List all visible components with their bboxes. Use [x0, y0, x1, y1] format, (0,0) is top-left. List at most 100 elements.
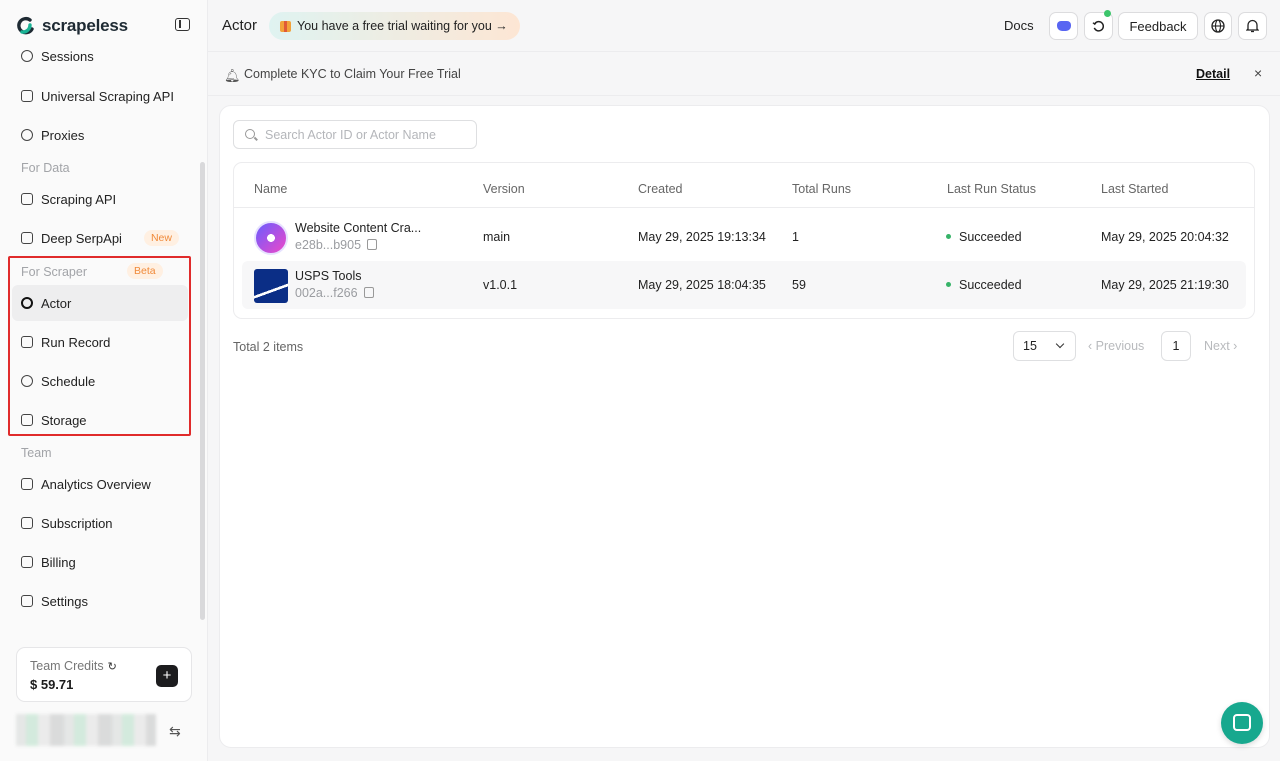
- sidebar-item-settings[interactable]: Settings: [12, 583, 188, 619]
- chat-support-button[interactable]: [1221, 702, 1263, 744]
- actor-icon: [21, 297, 33, 309]
- page-size-select[interactable]: 15: [1013, 331, 1076, 361]
- analytics-icon: [21, 478, 33, 490]
- gift-icon: [280, 20, 291, 32]
- sidebar-item-proxies[interactable]: Proxies: [12, 117, 188, 153]
- billing-icon: [21, 556, 33, 568]
- free-trial-text: You have a free trial waiting for you →: [297, 19, 508, 33]
- sidebar-item-billing[interactable]: Billing: [12, 544, 188, 580]
- actor-name[interactable]: Website Content Cra...: [295, 221, 421, 235]
- page-number-1[interactable]: 1: [1161, 331, 1191, 361]
- chat-icon: [1233, 714, 1251, 731]
- new-badge: New: [143, 230, 179, 246]
- kyc-detail-link[interactable]: Detail: [1196, 67, 1230, 81]
- lock-icon: [21, 90, 33, 102]
- sidebar-item-schedule[interactable]: Schedule: [12, 363, 188, 399]
- bell-ring-icon: 🔔︎: [224, 68, 241, 83]
- sidebar-item-label: Schedule: [41, 373, 96, 389]
- search-box[interactable]: [233, 120, 477, 149]
- sidebar-item-label: Settings: [41, 593, 88, 609]
- team-credits-value: $ 59.71: [30, 677, 74, 692]
- language-button[interactable]: [1204, 12, 1232, 40]
- close-icon[interactable]: ×: [1254, 65, 1262, 81]
- sidebar-item-analytics-overview[interactable]: Analytics Overview: [12, 466, 188, 502]
- column-header-name[interactable]: Name: [254, 182, 287, 196]
- actor-id-text: e28b...b905: [295, 238, 362, 252]
- globe-icon: [21, 129, 33, 141]
- collapse-sidebar-icon[interactable]: [175, 18, 190, 31]
- chevron-down-icon: [1055, 339, 1065, 349]
- column-header-created[interactable]: Created: [638, 182, 682, 196]
- column-header-last-started[interactable]: Last Started: [1101, 182, 1168, 196]
- team-credits-label-text: Team Credits: [30, 659, 104, 673]
- status-dot: [946, 234, 951, 239]
- sidebar-item-universal-scraping-api[interactable]: Universal Scraping API: [12, 78, 188, 114]
- sidebar-item-storage[interactable]: Storage: [12, 402, 188, 438]
- total-runs-cell: 59: [792, 278, 806, 292]
- column-header-last-run-status[interactable]: Last Run Status: [947, 182, 1036, 196]
- sidebar-item-label: Scraping API: [41, 191, 117, 207]
- copy-icon[interactable]: [367, 239, 378, 250]
- page-size-value: 15: [1023, 339, 1037, 353]
- clock-icon: [21, 375, 33, 387]
- total-items: Total 2 items: [233, 340, 304, 354]
- sidebar-item-label: Deep SerpApi: [41, 230, 122, 246]
- actor-table: Name Version Created Total Runs Last Run…: [233, 162, 1255, 319]
- version-cell: v1.0.1: [483, 278, 518, 292]
- section-label-for-data: For Data: [21, 161, 70, 175]
- switch-account-icon[interactable]: ⇆: [169, 723, 181, 740]
- table-header: Name Version Created Total Runs Last Run…: [234, 163, 1254, 208]
- free-trial-banner[interactable]: You have a free trial waiting for you →: [269, 12, 520, 40]
- sidebar-scrollbar[interactable]: [200, 162, 205, 620]
- last-started-cell: May 29, 2025 21:19:30: [1101, 278, 1229, 292]
- sidebar-item-scraping-api[interactable]: Scraping API: [12, 181, 188, 217]
- brand[interactable]: scrapeless: [16, 14, 128, 38]
- copy-icon[interactable]: [363, 287, 374, 298]
- table-row[interactable]: Website Content Cra... e28b...b905 main …: [242, 213, 1246, 261]
- status-dot: [946, 282, 951, 287]
- actor-id-text: 002a...f266: [295, 286, 358, 300]
- sidebar-item-label: Universal Scraping API: [41, 88, 174, 104]
- sidebar-item-actor[interactable]: Actor: [12, 285, 188, 321]
- column-header-version[interactable]: Version: [483, 182, 525, 196]
- sidebar-item-run-record[interactable]: Run Record: [12, 324, 188, 360]
- bell-icon: [1246, 19, 1259, 33]
- section-label-text: For Scraper: [21, 265, 87, 279]
- last-started-cell: May 29, 2025 20:04:32: [1101, 230, 1229, 244]
- sidebar-item-label: Billing: [41, 554, 76, 570]
- sidebar-item-subscription[interactable]: Subscription: [12, 505, 188, 541]
- user-account[interactable]: ⇆: [16, 714, 192, 748]
- status-text: Succeeded: [959, 230, 1022, 244]
- feedback-button[interactable]: Feedback: [1118, 12, 1198, 40]
- sidebar-item-label: Analytics Overview: [41, 476, 151, 492]
- actor-list-card: Name Version Created Total Runs Last Run…: [219, 105, 1270, 748]
- next-page-button[interactable]: Next ›: [1204, 339, 1237, 353]
- updates-button[interactable]: [1084, 10, 1113, 40]
- actor-name[interactable]: USPS Tools: [295, 269, 361, 283]
- sidebar-item-deep-serpapi[interactable]: Deep SerpApi New: [12, 220, 188, 256]
- refresh-icon[interactable]: ↻: [108, 660, 117, 673]
- api-icon: [21, 193, 33, 205]
- docs-link[interactable]: Docs: [1004, 18, 1034, 33]
- brand-name: scrapeless: [42, 16, 128, 35]
- created-cell: May 29, 2025 18:04:35: [638, 278, 766, 292]
- notifications-button[interactable]: [1238, 12, 1267, 40]
- sidebar: scrapeless Sessions Universal Scraping A…: [0, 0, 208, 761]
- total-runs-cell: 1: [792, 230, 799, 244]
- column-header-total-runs[interactable]: Total Runs: [792, 182, 851, 196]
- record-icon: [21, 336, 33, 348]
- add-credits-button[interactable]: +: [156, 665, 178, 687]
- subscription-icon: [21, 517, 33, 529]
- search-icon: [245, 129, 255, 139]
- beta-badge: Beta: [127, 263, 163, 279]
- discord-button[interactable]: [1049, 12, 1078, 40]
- sidebar-item-label: Subscription: [41, 515, 113, 531]
- previous-page-button[interactable]: ‹ Previous: [1088, 339, 1144, 353]
- sidebar-item-sessions[interactable]: Sessions: [12, 38, 188, 74]
- sidebar-item-label: Storage: [41, 412, 87, 428]
- actor-id: 002a...f266: [295, 286, 374, 300]
- created-cell: May 29, 2025 19:13:34: [638, 230, 766, 244]
- search-input[interactable]: [265, 127, 465, 142]
- table-row[interactable]: USPS Tools 002a...f266 v1.0.1 May 29, 20…: [242, 261, 1246, 309]
- history-icon: [1092, 20, 1105, 32]
